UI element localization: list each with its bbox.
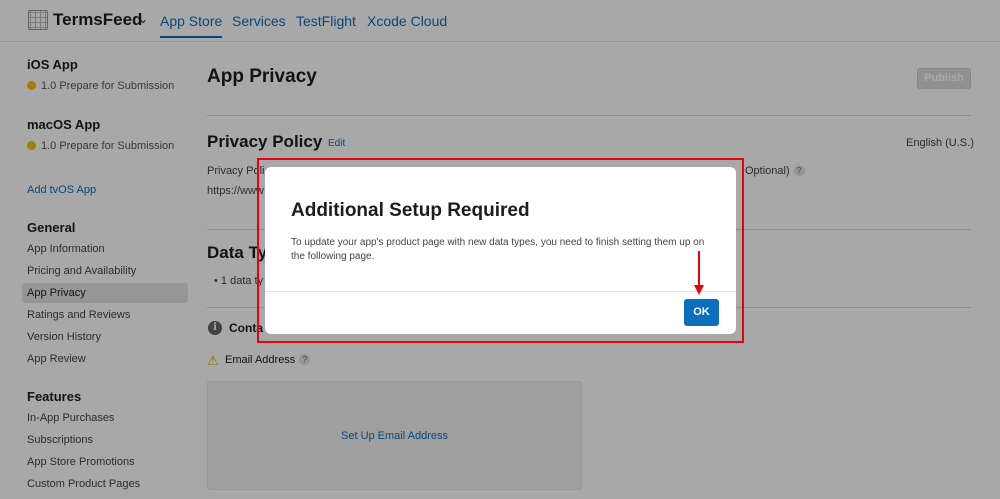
dialog-divider — [265, 291, 736, 292]
dialog-title: Additional Setup Required — [291, 200, 530, 221]
annotation-arrow-icon — [698, 251, 700, 287]
annotation-arrowhead-icon — [694, 285, 704, 295]
additional-setup-dialog: Additional Setup Required To update your… — [265, 167, 736, 334]
dialog-body: To update your app's product page with n… — [291, 237, 705, 262]
ok-button[interactable]: OK — [684, 299, 719, 326]
